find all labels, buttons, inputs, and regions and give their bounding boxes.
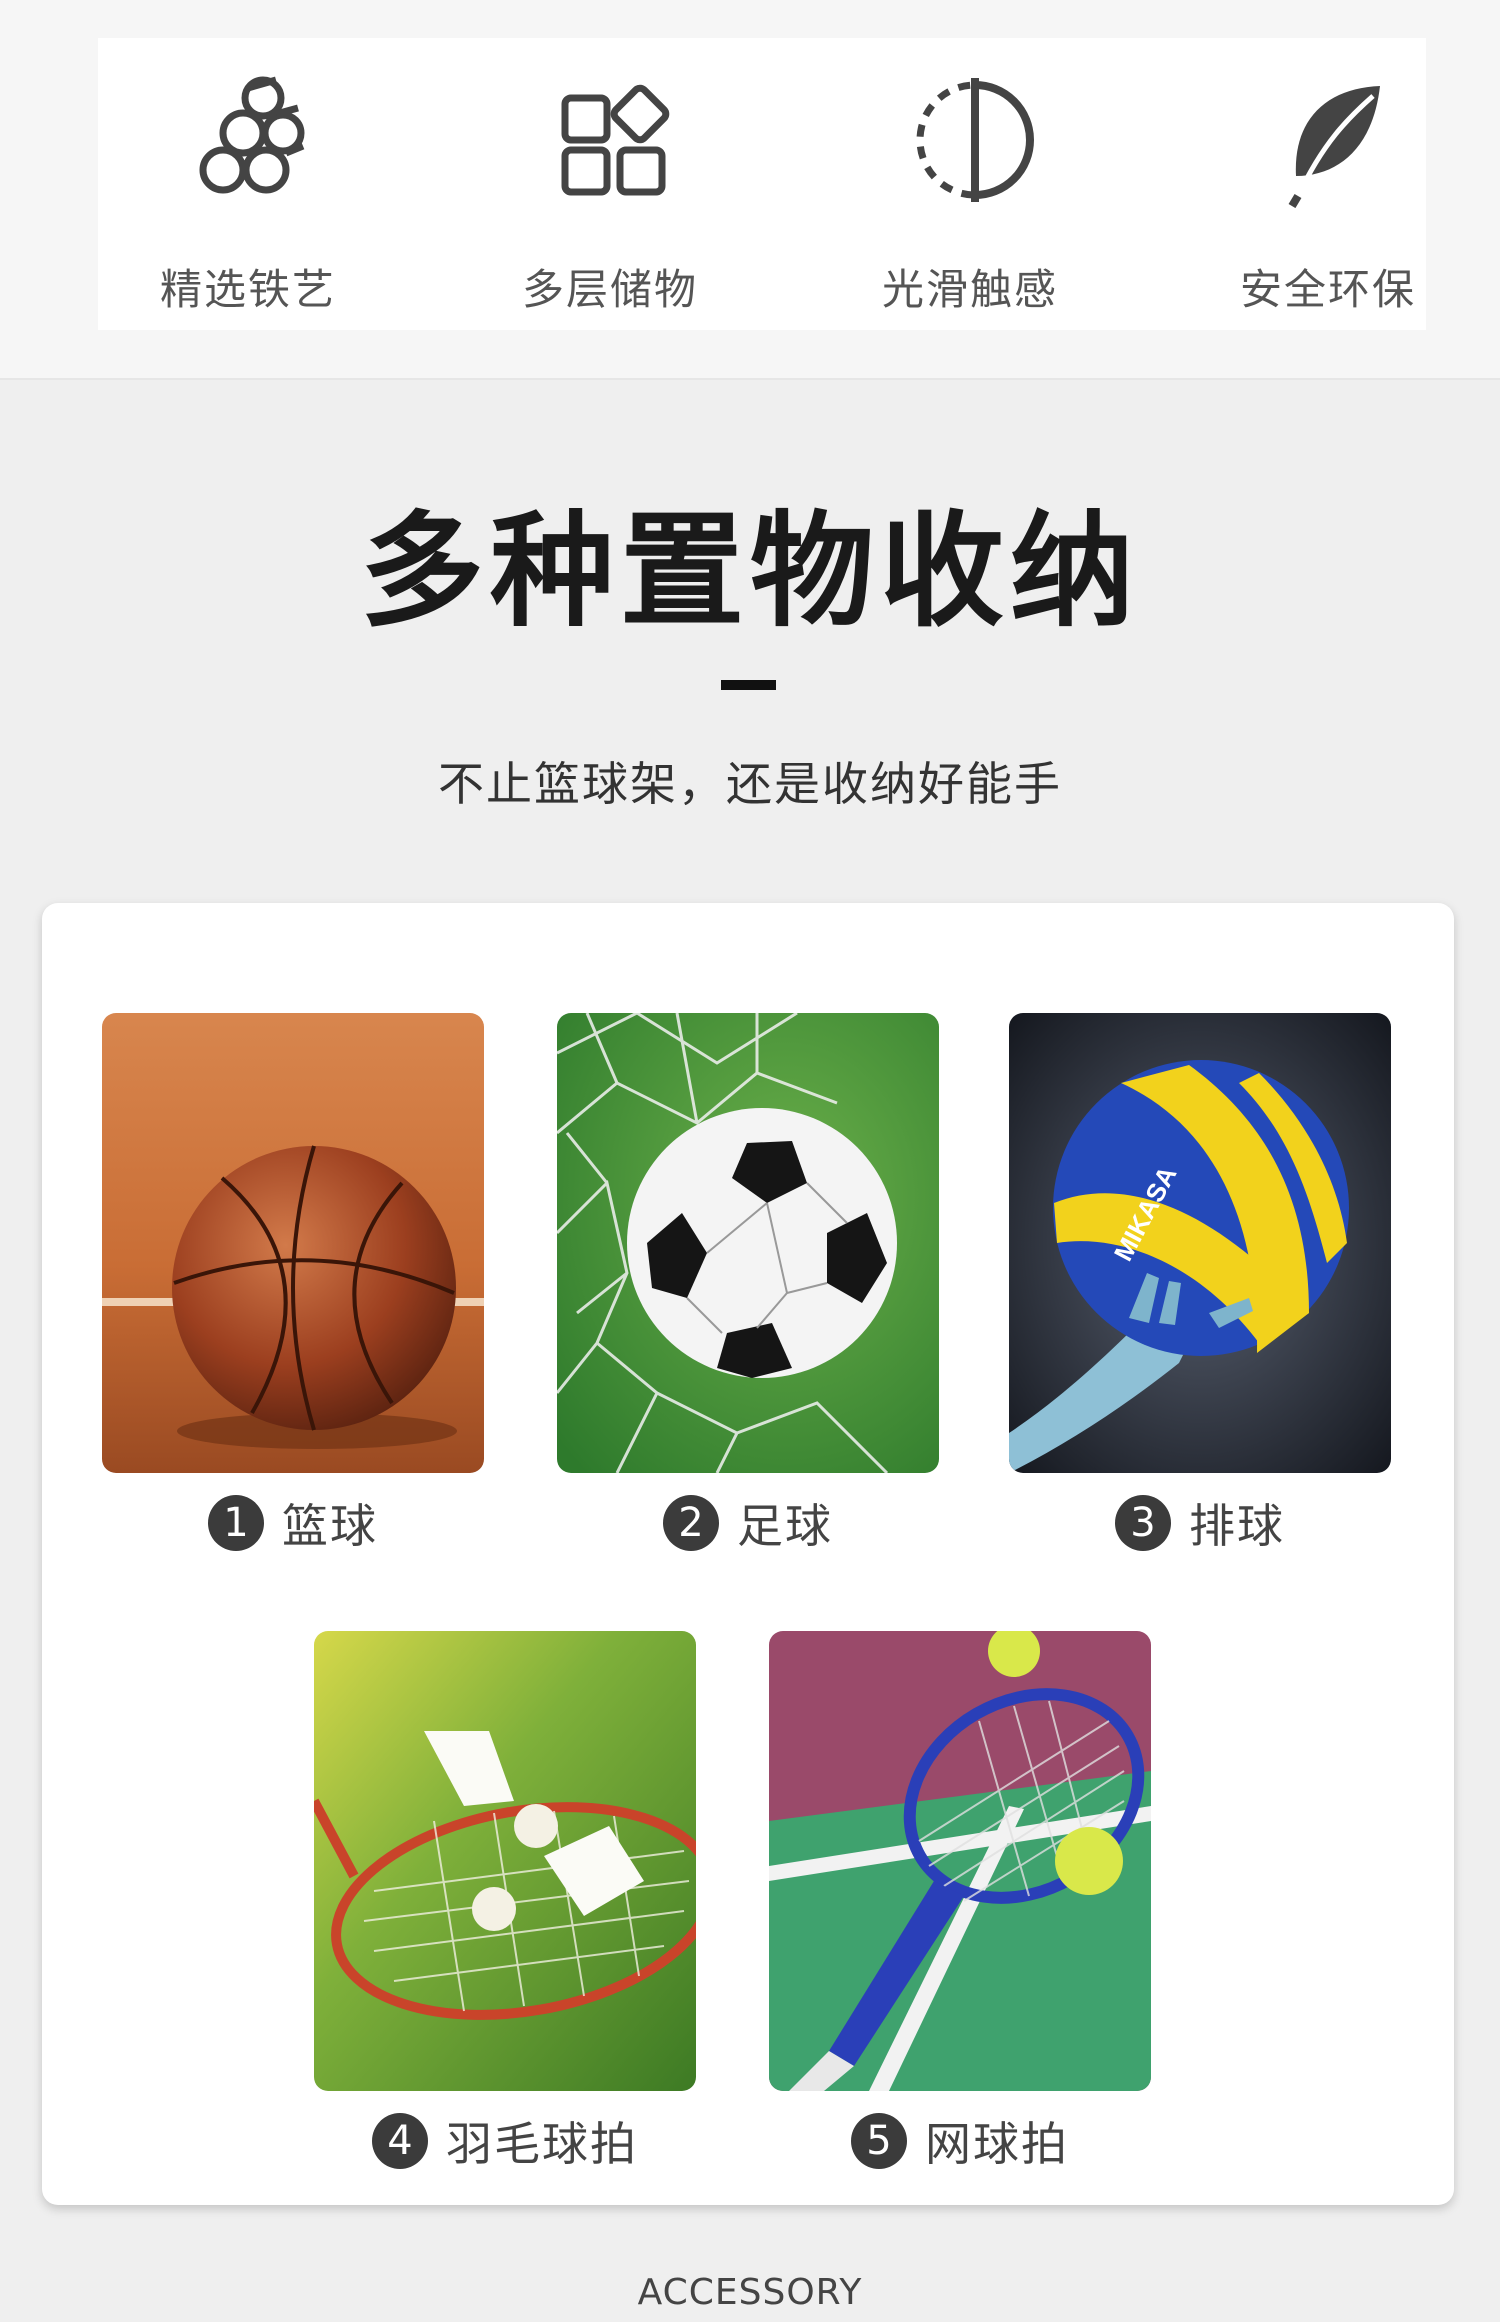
feature-label: 多层储物: [521, 265, 698, 314]
number-badge: 1: [208, 1495, 264, 1551]
sport-label: 羽毛球拍: [446, 2117, 638, 2171]
tennis-image: [769, 1631, 1151, 2091]
number-badge: 2: [663, 1495, 719, 1551]
number-badge: 3: [1115, 1495, 1171, 1551]
feature-storage: 多层储物: [460, 38, 760, 330]
feature-label: 精选铁艺: [159, 265, 336, 314]
soccer-image: [557, 1013, 939, 1473]
sport-label: 网球拍: [925, 2117, 1069, 2171]
number-badge: 5: [851, 2113, 907, 2169]
sport-caption: 5 网球拍: [769, 2111, 1151, 2171]
iron-pipes-icon: [199, 76, 305, 194]
sport-caption: 3 排球: [1009, 1493, 1391, 1553]
sport-caption: 1 篮球: [102, 1493, 484, 1553]
feature-strip: 精选铁艺 多层储物 光滑触感 安全环保: [98, 38, 1426, 330]
sport-caption: 4 羽毛球拍: [314, 2111, 696, 2171]
feature-iron: 精选铁艺: [98, 38, 398, 330]
sport-caption: 2 足球: [557, 1493, 939, 1553]
footer-label: ACCESSORY: [637, 2272, 863, 2313]
badminton-image: [314, 1631, 696, 2091]
basketball-image: [102, 1013, 484, 1473]
feature-label: 光滑触感: [881, 265, 1058, 314]
page-title: 多种置物收纳: [359, 500, 1140, 644]
sport-label: 篮球: [282, 1499, 378, 1553]
title-divider: [721, 680, 776, 690]
features-band: 精选铁艺 多层储物 光滑触感 安全环保: [0, 0, 1500, 380]
page-subtitle: 不止篮球架，还是收纳好能手: [438, 757, 1062, 811]
smooth-touch-icon: [916, 78, 1034, 202]
sport-label: 排球: [1189, 1499, 1285, 1553]
feature-label: 安全环保: [1239, 265, 1416, 314]
volleyball-image: MIKASA: [1009, 1013, 1391, 1473]
feature-eco: 安全环保: [1178, 38, 1478, 330]
grid-layers-icon: [561, 84, 670, 196]
number-badge: 4: [372, 2113, 428, 2169]
sports-card: 1 篮球 2 足球 MIKASA 3 排球 4 羽毛球拍 5 网球拍: [42, 903, 1454, 2205]
feature-smooth: 光滑触感: [820, 38, 1120, 330]
leaf-icon: [1288, 86, 1380, 208]
sport-label: 足球: [737, 1499, 833, 1553]
